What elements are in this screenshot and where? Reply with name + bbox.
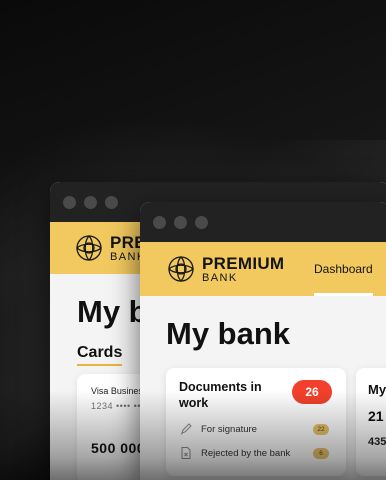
app-header: PREMIUM BANK Dashboard [140,242,386,296]
window-maximize-button[interactable] [105,195,118,209]
row-label: Rejected by the bank [201,447,291,459]
window-close-button[interactable] [63,195,76,209]
page-title: My bank [166,316,291,351]
accounts-value-secondary: 435 [368,436,386,448]
window-minimize-button[interactable] [84,195,97,209]
documents-card-title: Documents in work [179,380,262,410]
tab-dashboard[interactable]: Dashboard [314,242,373,296]
front-app-window: PREMIUM BANK Dashboard My bank Documents… [140,202,386,480]
ornament-logo-icon [168,256,194,282]
accounts-card[interactable]: My 21 435 [356,368,386,476]
documents-count-badge: 26 [292,380,332,404]
window-titlebar [140,202,386,242]
window-maximize-button[interactable] [195,215,208,229]
window-minimize-button[interactable] [174,215,187,229]
count-badge: 6 [313,447,329,459]
brand-secondary-text: BANK [202,271,238,284]
pen-icon [179,422,193,436]
brand-primary-text: PREMIUM [202,253,285,273]
list-item-for-signature[interactable]: For signature 22 [179,420,329,438]
card-balance: 500 000 [91,440,146,456]
accounts-value-primary: 21 [368,408,384,424]
accounts-card-title: My [368,382,386,397]
list-item-rejected-by-bank[interactable]: Rejected by the bank 6 [179,444,329,462]
documents-in-work-card[interactable]: Documents in work 26 For signature 22 Re… [166,368,346,476]
window-close-button[interactable] [153,215,166,229]
row-label: For signature [201,423,257,435]
section-tab-cards[interactable]: Cards [77,344,123,366]
brand-wordmark: PREMIUM BANK [202,255,284,284]
count-badge: 22 [313,423,329,435]
rejected-document-icon [179,446,193,460]
brand-logo[interactable]: PREMIUM BANK [166,254,284,284]
ornament-logo-icon [76,235,102,261]
